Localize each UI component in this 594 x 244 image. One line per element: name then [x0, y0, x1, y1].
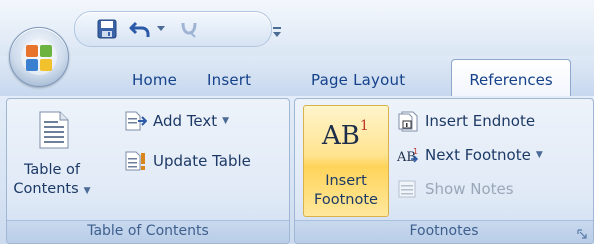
group-footnotes: AB1 Insert Footnote Insert Endnote AB 1	[294, 98, 594, 244]
update-table-icon	[125, 151, 145, 171]
tab-page-layout[interactable]: Page Layout	[311, 71, 405, 89]
customize-qat-icon[interactable]	[273, 24, 281, 38]
add-text-label: Add Text	[153, 112, 218, 130]
tab-references[interactable]: References	[451, 59, 571, 96]
ribbon-tabs: Home Insert Page Layout References	[0, 56, 594, 97]
show-notes-icon	[398, 180, 416, 198]
toc-label-line2: Contents	[13, 181, 79, 197]
next-footnote-icon: AB 1	[397, 147, 418, 165]
insert-footnote-label-line1: Insert	[325, 173, 367, 189]
chevron-down-icon: ▼	[535, 150, 543, 160]
group-table-of-contents: Table of Contents ▼ Add Text ▼ Update Ta…	[6, 98, 290, 244]
group-label-table-of-contents: Table of Contents	[7, 220, 289, 243]
group-label-footnotes: Footnotes	[295, 220, 593, 243]
tab-insert[interactable]: Insert	[207, 71, 251, 89]
insert-endnote-icon	[398, 111, 418, 132]
undo-icon[interactable]	[127, 18, 153, 40]
ribbon-panel: Table of Contents ▼ Add Text ▼ Update Ta…	[0, 96, 594, 244]
show-notes-label: Show Notes	[425, 180, 514, 198]
insert-footnote-button[interactable]: AB1 Insert Footnote	[303, 105, 389, 217]
update-table-button[interactable]: Update Table	[125, 149, 251, 173]
add-text-icon	[125, 111, 147, 131]
office-button[interactable]	[9, 27, 69, 87]
next-footnote-label: Next Footnote	[425, 146, 531, 164]
toc-label-line1: Table of	[23, 162, 81, 178]
tab-references-label: References	[469, 71, 553, 89]
title-bar	[0, 0, 594, 56]
insert-footnote-label-line2: Footnote	[314, 192, 378, 208]
save-icon[interactable]	[95, 18, 119, 40]
dialog-launcher-icon[interactable]	[577, 229, 587, 239]
chevron-down-icon: ▼	[83, 186, 91, 196]
footnote-ab-icon: AB1	[322, 118, 369, 151]
undo-dropdown-icon[interactable]	[155, 18, 167, 40]
svg-text:1: 1	[413, 147, 418, 156]
insert-endnote-label: Insert Endnote	[425, 112, 536, 130]
tab-home[interactable]: Home	[132, 71, 177, 89]
office-logo-icon	[26, 45, 52, 71]
next-footnote-button[interactable]: AB 1 Next Footnote ▼	[397, 143, 543, 167]
insert-endnote-button[interactable]: Insert Endnote	[397, 109, 535, 133]
redo-icon[interactable]	[175, 18, 201, 40]
update-table-label: Update Table	[153, 152, 251, 170]
chevron-down-icon: ▼	[222, 116, 230, 126]
document-icon	[39, 111, 69, 149]
show-notes-button[interactable]: Show Notes	[397, 177, 514, 201]
add-text-button[interactable]: Add Text ▼	[125, 109, 229, 133]
table-of-contents-button[interactable]: Table of Contents ▼	[13, 103, 93, 217]
quick-access-toolbar	[74, 11, 281, 47]
